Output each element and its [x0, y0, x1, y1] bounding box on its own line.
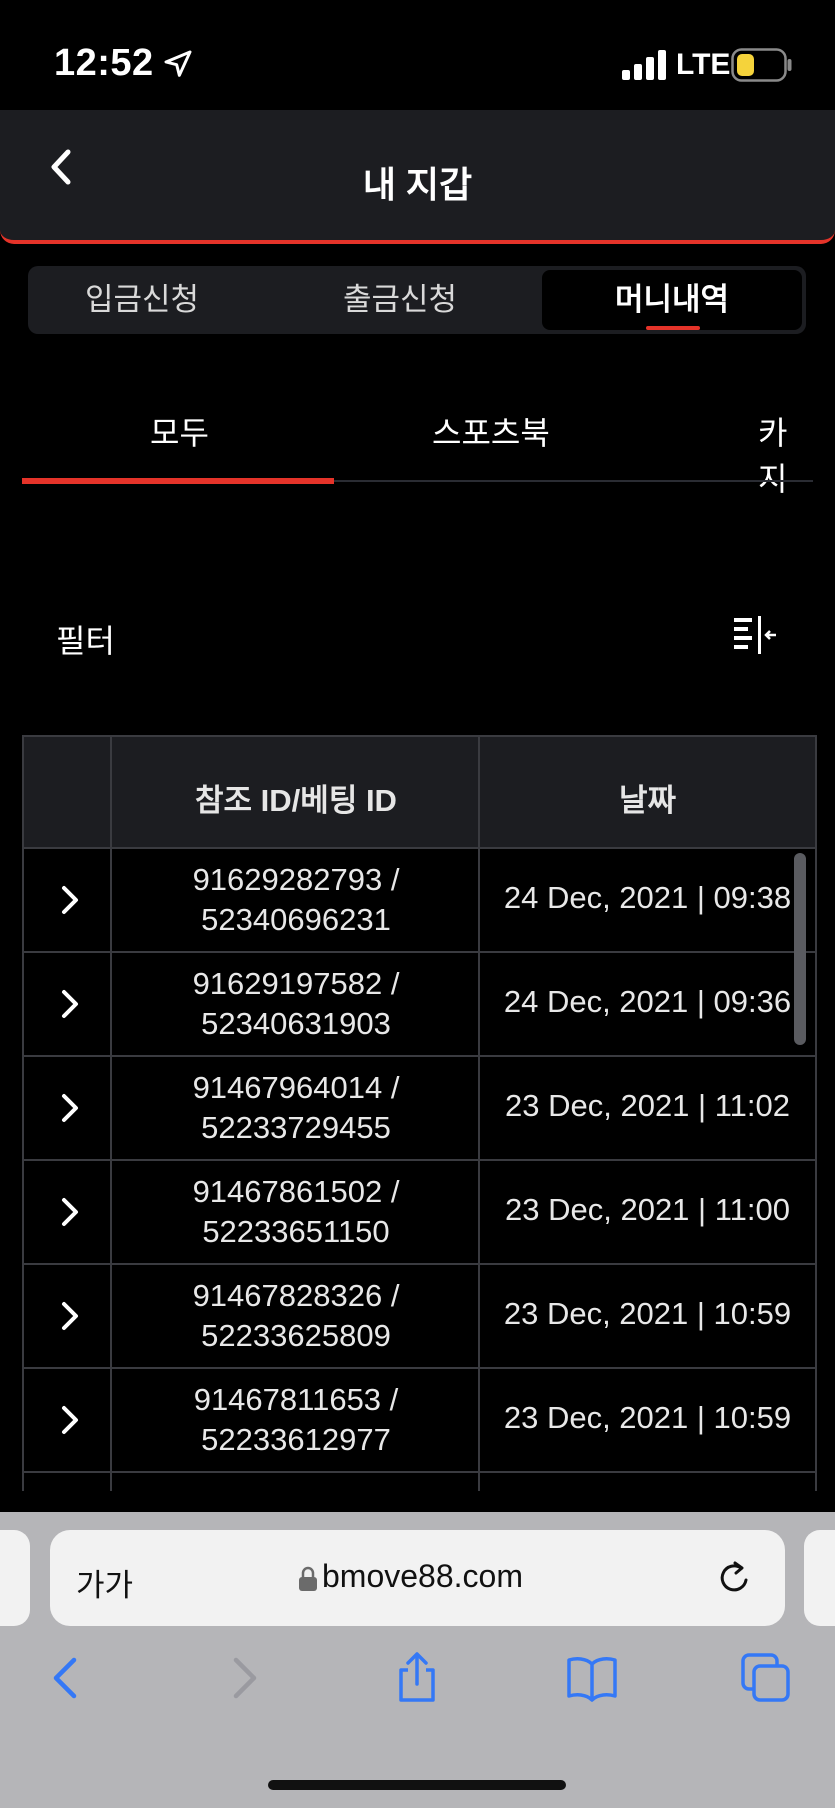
table-header: 참조 ID/베팅 ID 날짜 — [24, 737, 815, 849]
status-bar: 12:52 LTE — [0, 0, 835, 110]
transaction-date: 23 Dec, 2021 | 11:00 — [505, 1192, 790, 1227]
share-icon[interactable] — [391, 1652, 443, 1704]
active-tab-underline — [646, 326, 700, 330]
location-arrow-icon — [164, 50, 192, 77]
transaction-date: 24 Dec, 2021 | 09:38 — [503, 880, 792, 915]
bet-id-line: 52340696231 — [201, 902, 391, 937]
bet-id-line: 52340631903 — [201, 1006, 391, 1041]
browser-toolbar: 가가 bmove88.com — [0, 1512, 835, 1808]
tab-money-history[interactable]: 머니내역 — [542, 270, 802, 330]
column-divider — [110, 737, 112, 1491]
category-tab-casino[interactable]: 카지 — [758, 408, 813, 500]
reference-id: 91629197582 / 52340631903 — [112, 964, 480, 1044]
reference-id: 91629282793 / 52340696231 — [112, 860, 480, 940]
bet-id-line: 52233612977 — [201, 1422, 391, 1457]
bet-id-line: 52233625809 — [201, 1318, 391, 1353]
reference-id-line: 91467828326 / — [192, 1278, 400, 1313]
filter-label: 필터 — [56, 623, 115, 659]
home-indicator — [268, 1780, 566, 1790]
table-row[interactable]: 91467828326 / 52233625809 23 Dec, 2021 | … — [24, 1265, 815, 1369]
address-bar[interactable]: 가가 bmove88.com — [50, 1530, 785, 1626]
chevron-right-icon[interactable] — [54, 1403, 86, 1437]
previous-tab-preview[interactable] — [0, 1530, 30, 1626]
column-header-date: 날짜 — [618, 783, 677, 818]
tabs-icon[interactable] — [740, 1652, 792, 1704]
reference-id-line: 91629282793 / — [192, 862, 400, 897]
battery-icon — [731, 48, 792, 82]
tab-withdraw[interactable]: 출금신청 — [286, 270, 514, 330]
column-header-reference-id: 참조 ID/베팅 ID — [195, 783, 397, 818]
category-tab-all[interactable]: 모두 — [150, 408, 209, 454]
chevron-right-icon[interactable] — [54, 1091, 86, 1125]
tab-money-history-label: 머니내역 — [614, 282, 730, 317]
reference-id-line: 91467964014 / — [192, 1070, 400, 1105]
reference-id-line: 91467861502 / — [192, 1174, 400, 1209]
text-size-button[interactable]: 가가 — [76, 1560, 133, 1605]
table-row[interactable]: 91629282793 / 52340696231 24 Dec, 2021 | … — [24, 849, 815, 953]
app-header: 내 지갑 — [0, 110, 835, 244]
bet-id-line: 52233729455 — [201, 1110, 391, 1145]
lock-icon — [299, 1566, 317, 1591]
tab-deposit[interactable]: 입금신청 — [28, 270, 256, 330]
reference-id: 91467828326 / 52233625809 — [112, 1276, 480, 1356]
reference-id-line: 91629197582 / — [192, 966, 400, 1001]
category-tabs: 모두 스포츠북 카지 — [22, 394, 813, 497]
transaction-date: 23 Dec, 2021 | 10:59 — [503, 1296, 792, 1331]
url-text[interactable]: bmove88.com — [322, 1558, 523, 1595]
chevron-right-icon[interactable] — [54, 1195, 86, 1229]
table-row[interactable]: 91467964014 / 52233729455 23 Dec, 2021 | … — [24, 1057, 815, 1161]
table-row[interactable]: 91629197582 / 52340631903 24 Dec, 2021 | … — [24, 953, 815, 1057]
reference-id: 91467811653 / 52233612977 — [112, 1380, 480, 1460]
active-category-indicator — [22, 478, 334, 484]
transaction-date: 23 Dec, 2021 | 10:59 — [503, 1400, 792, 1435]
signal-icon — [622, 50, 666, 80]
filter-toggle-icon[interactable] — [728, 612, 780, 658]
reference-id: 91467964014 / 52233729455 — [112, 1068, 480, 1148]
status-time: 12:52 — [54, 42, 154, 84]
transactions-table: 참조 ID/베팅 ID 날짜 91629282793 / 52340696231 … — [22, 735, 817, 1491]
bet-id-line: 52233651150 — [202, 1214, 390, 1249]
reference-id: 91467861502 / 52233651150 — [112, 1172, 480, 1252]
browser-forward-icon — [233, 1657, 257, 1699]
transaction-date: 24 Dec, 2021 | 09:36 — [503, 984, 792, 1019]
transaction-date: 23 Dec, 2021 | 11:02 — [505, 1088, 790, 1123]
browser-back-icon[interactable] — [40, 1652, 92, 1704]
column-divider — [478, 737, 480, 1491]
reference-id-line: 91467811653 / — [193, 1382, 399, 1417]
bookmarks-icon[interactable] — [566, 1652, 618, 1704]
wallet-tabs: 입금신청 출금신청 머니내역 — [28, 266, 806, 334]
table-row[interactable]: 91467861502 / 52233651150 23 Dec, 2021 | … — [24, 1161, 815, 1265]
chevron-right-icon[interactable] — [54, 1299, 86, 1333]
table-scrollbar[interactable] — [794, 853, 806, 1045]
network-label: LTE — [676, 48, 731, 81]
table-row[interactable]: 91467811653 / 52233612977 23 Dec, 2021 | … — [24, 1369, 815, 1473]
reload-icon[interactable] — [715, 1558, 755, 1598]
chevron-right-icon[interactable] — [54, 987, 86, 1021]
chevron-right-icon[interactable] — [54, 883, 86, 917]
category-tab-sportsbook[interactable]: 스포츠북 — [432, 408, 550, 454]
next-tab-preview[interactable] — [804, 1530, 835, 1626]
page-title: 내 지갑 — [362, 164, 473, 205]
